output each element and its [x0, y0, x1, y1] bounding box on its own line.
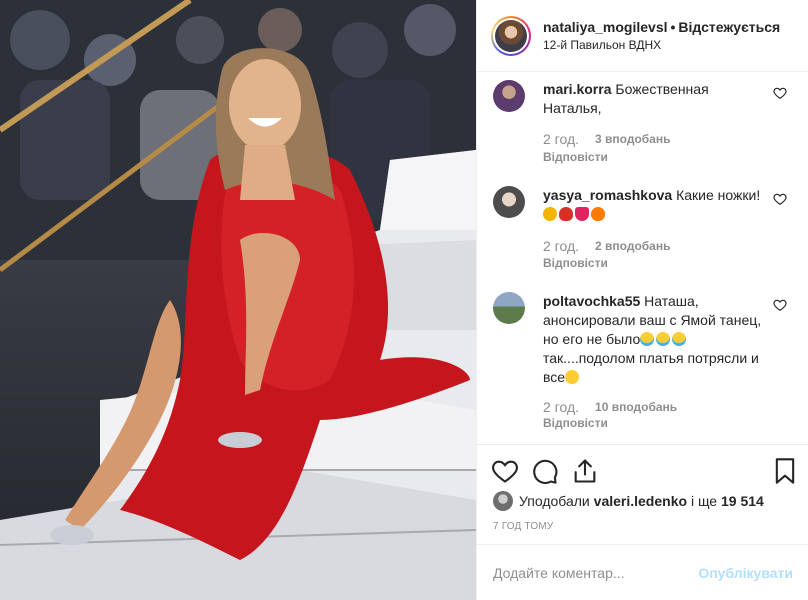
- instagram-post: nataliya_mogilevsl • Відстежується 12-й Па…: [0, 0, 808, 600]
- comment-input[interactable]: [493, 564, 699, 581]
- post-timestamp[interactable]: 7 ГОД ТОМУ: [493, 521, 553, 532]
- comment-body: yasya_romashkova Какие ножки!: [543, 186, 763, 224]
- reply-button[interactable]: Відповісти: [543, 416, 608, 430]
- post-header: nataliya_mogilevsl • Відстежується 12-й Па…: [477, 0, 808, 72]
- comment-heart-icon[interactable]: [773, 298, 787, 312]
- author-avatar[interactable]: [491, 15, 531, 56]
- reply-button[interactable]: Відповісти: [543, 150, 608, 164]
- heart-icon[interactable]: [491, 457, 519, 485]
- liked-by-prefix: Уподобали: [519, 493, 590, 509]
- loudly-crying-face-icon: [672, 332, 687, 346]
- commenter-avatar[interactable]: [493, 292, 525, 324]
- loudly-crying-face-icon: [656, 332, 671, 346]
- comment-meta: 2 год. 3 вподобань: [543, 131, 670, 147]
- liked-by-line: Уподобали valeri.ledenko і ще 19 514: [493, 490, 764, 512]
- commenter-username[interactable]: yasya_romashkova: [543, 187, 672, 203]
- loudly-crying-face-icon: [640, 332, 655, 346]
- comment-time[interactable]: 2 год.: [543, 131, 579, 147]
- red-heart-icon: [575, 207, 589, 221]
- comment-heart-icon[interactable]: [773, 192, 787, 206]
- separator-dot: •: [670, 18, 676, 35]
- comment-item: yasya_romashkova Какие ножки! 2 год. 2 в…: [493, 186, 793, 286]
- comment-heart-icon[interactable]: [773, 86, 787, 100]
- reply-button[interactable]: Відповісти: [543, 256, 608, 270]
- comment-item: poltavochka55 Наташа, анонсировали ваш с…: [493, 292, 793, 442]
- post-photo[interactable]: [0, 0, 476, 600]
- commenter-avatar[interactable]: [493, 80, 525, 112]
- clapping-hands-icon: [543, 207, 557, 221]
- comment-likes[interactable]: 3 вподобань: [595, 132, 670, 146]
- comment-meta: 2 год. 2 вподобань: [543, 238, 670, 254]
- header-text: nataliya_mogilevsl • Відстежується 12-й Па…: [543, 18, 780, 54]
- share-icon[interactable]: [571, 457, 599, 485]
- comment-time[interactable]: 2 год.: [543, 399, 579, 415]
- comment-likes[interactable]: 2 вподобань: [595, 239, 670, 253]
- commenter-avatar[interactable]: [493, 186, 525, 218]
- commenter-username[interactable]: mari.korra: [543, 81, 611, 97]
- fire-icon: [591, 207, 605, 221]
- comment-time[interactable]: 2 год.: [543, 238, 579, 254]
- comment-box: Опублікувати: [477, 544, 808, 600]
- photo-illustration: [0, 0, 476, 600]
- post-details-panel: nataliya_mogilevsl • Відстежується 12-й Па…: [476, 0, 808, 600]
- liker-username[interactable]: valeri.ledenko: [594, 493, 687, 509]
- publish-button[interactable]: Опублікувати: [698, 565, 793, 581]
- liked-by-suffix: і ще: [690, 493, 718, 509]
- bookmark-icon[interactable]: [771, 457, 799, 485]
- astonished-face-icon: [565, 370, 580, 384]
- location-link[interactable]: 12-й Павильон ВДНХ: [543, 36, 780, 54]
- author-username[interactable]: nataliya_mogilevsl: [543, 19, 668, 35]
- comments-list[interactable]: mari.korra Божественная Наталья, 2 год. …: [477, 72, 808, 444]
- comment-meta: 2 год. 10 вподобань: [543, 399, 677, 415]
- speech-bubble-icon[interactable]: [531, 457, 559, 485]
- comment-body: poltavochka55 Наташа, анонсировали ваш с…: [543, 292, 763, 387]
- comment-likes[interactable]: 10 вподобань: [595, 400, 677, 414]
- commenter-username[interactable]: poltavochka55: [543, 293, 640, 309]
- likes-count[interactable]: 19 514: [721, 493, 764, 509]
- comment-text: Какие ножки!: [676, 187, 761, 203]
- follow-status-button[interactable]: Відстежується: [678, 19, 780, 35]
- comment-body: mari.korra Божественная Наталья,: [543, 80, 763, 118]
- author-avatar-image: [495, 19, 527, 52]
- comment-item: mari.korra Божественная Наталья, 2 год. …: [493, 80, 793, 180]
- rose-icon: [559, 207, 573, 221]
- liker-avatar[interactable]: [493, 491, 513, 511]
